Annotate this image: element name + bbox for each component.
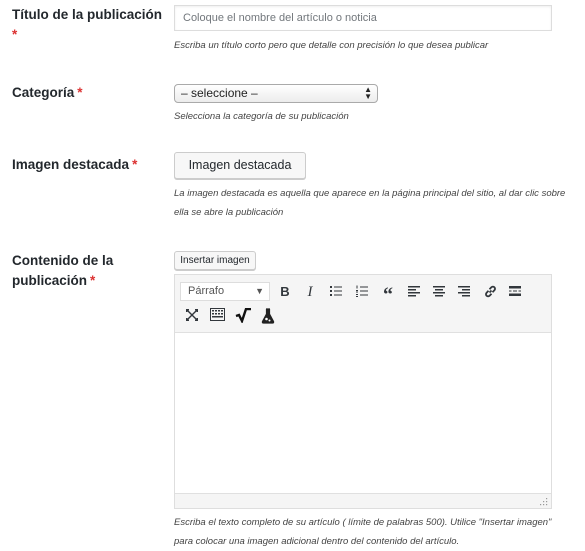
align-right-icon[interactable] [454, 282, 474, 302]
title-help: Escriba un título corto pero que detalle… [174, 40, 489, 51]
required-asterisk: * [132, 157, 138, 172]
editor-toolbar: Párrafo ▼ B I “ [175, 275, 551, 332]
featured-image-label: Imagen destacada * [12, 155, 170, 175]
fullscreen-icon[interactable] [182, 306, 202, 326]
read-more-icon[interactable] [505, 282, 525, 302]
resize-grip-icon[interactable] [540, 498, 548, 506]
keyboard-shortcuts-icon[interactable] [207, 306, 227, 326]
italic-icon[interactable]: I [300, 282, 320, 302]
required-asterisk: * [12, 27, 18, 42]
math-formula-icon[interactable] [233, 306, 253, 326]
format-select-value: Párrafo [188, 285, 225, 297]
bold-icon[interactable]: B [275, 282, 295, 302]
content-editor: Párrafo ▼ B I “ [174, 274, 552, 509]
insert-image-button[interactable]: Insertar imagen [174, 251, 256, 270]
content-textarea[interactable] [175, 332, 551, 494]
select-arrows-icon: ▲ ▼ [364, 85, 372, 101]
chemistry-icon[interactable] [258, 306, 278, 326]
required-asterisk: * [90, 273, 96, 288]
category-selected-value: – seleccione – [181, 86, 258, 100]
required-asterisk: * [77, 85, 83, 100]
featured-image-label-text: Imagen destacada [12, 157, 130, 172]
editor-statusbar [175, 493, 551, 508]
link-icon[interactable] [480, 282, 500, 302]
category-help: Selecciona la categoría de su publicació… [174, 111, 349, 122]
category-label-text: Categoría [12, 85, 75, 100]
align-center-icon[interactable] [429, 282, 449, 302]
blockquote-icon[interactable]: “ [378, 282, 398, 306]
title-label: Título de la publicación * [12, 5, 170, 45]
chevron-down-icon: ▼ [255, 286, 264, 296]
category-label: Categoría * [12, 83, 170, 103]
featured-image-button[interactable]: Imagen destacada [174, 152, 306, 179]
align-left-icon[interactable] [404, 282, 424, 302]
title-input[interactable] [174, 5, 552, 31]
content-help: Escriba el texto completo de su artículo… [174, 517, 552, 547]
content-label-text: Contenido de la publicación [12, 253, 114, 288]
content-label: Contenido de la publicación * [12, 251, 137, 291]
featured-image-help: La imagen destacada es aquella que apare… [174, 188, 566, 218]
bullet-list-icon[interactable] [326, 282, 346, 302]
category-select[interactable]: – seleccione – ▲ ▼ [174, 84, 378, 103]
numbered-list-icon[interactable] [352, 282, 372, 302]
format-select[interactable]: Párrafo ▼ [180, 282, 270, 301]
title-label-text: Título de la publicación [12, 7, 163, 22]
